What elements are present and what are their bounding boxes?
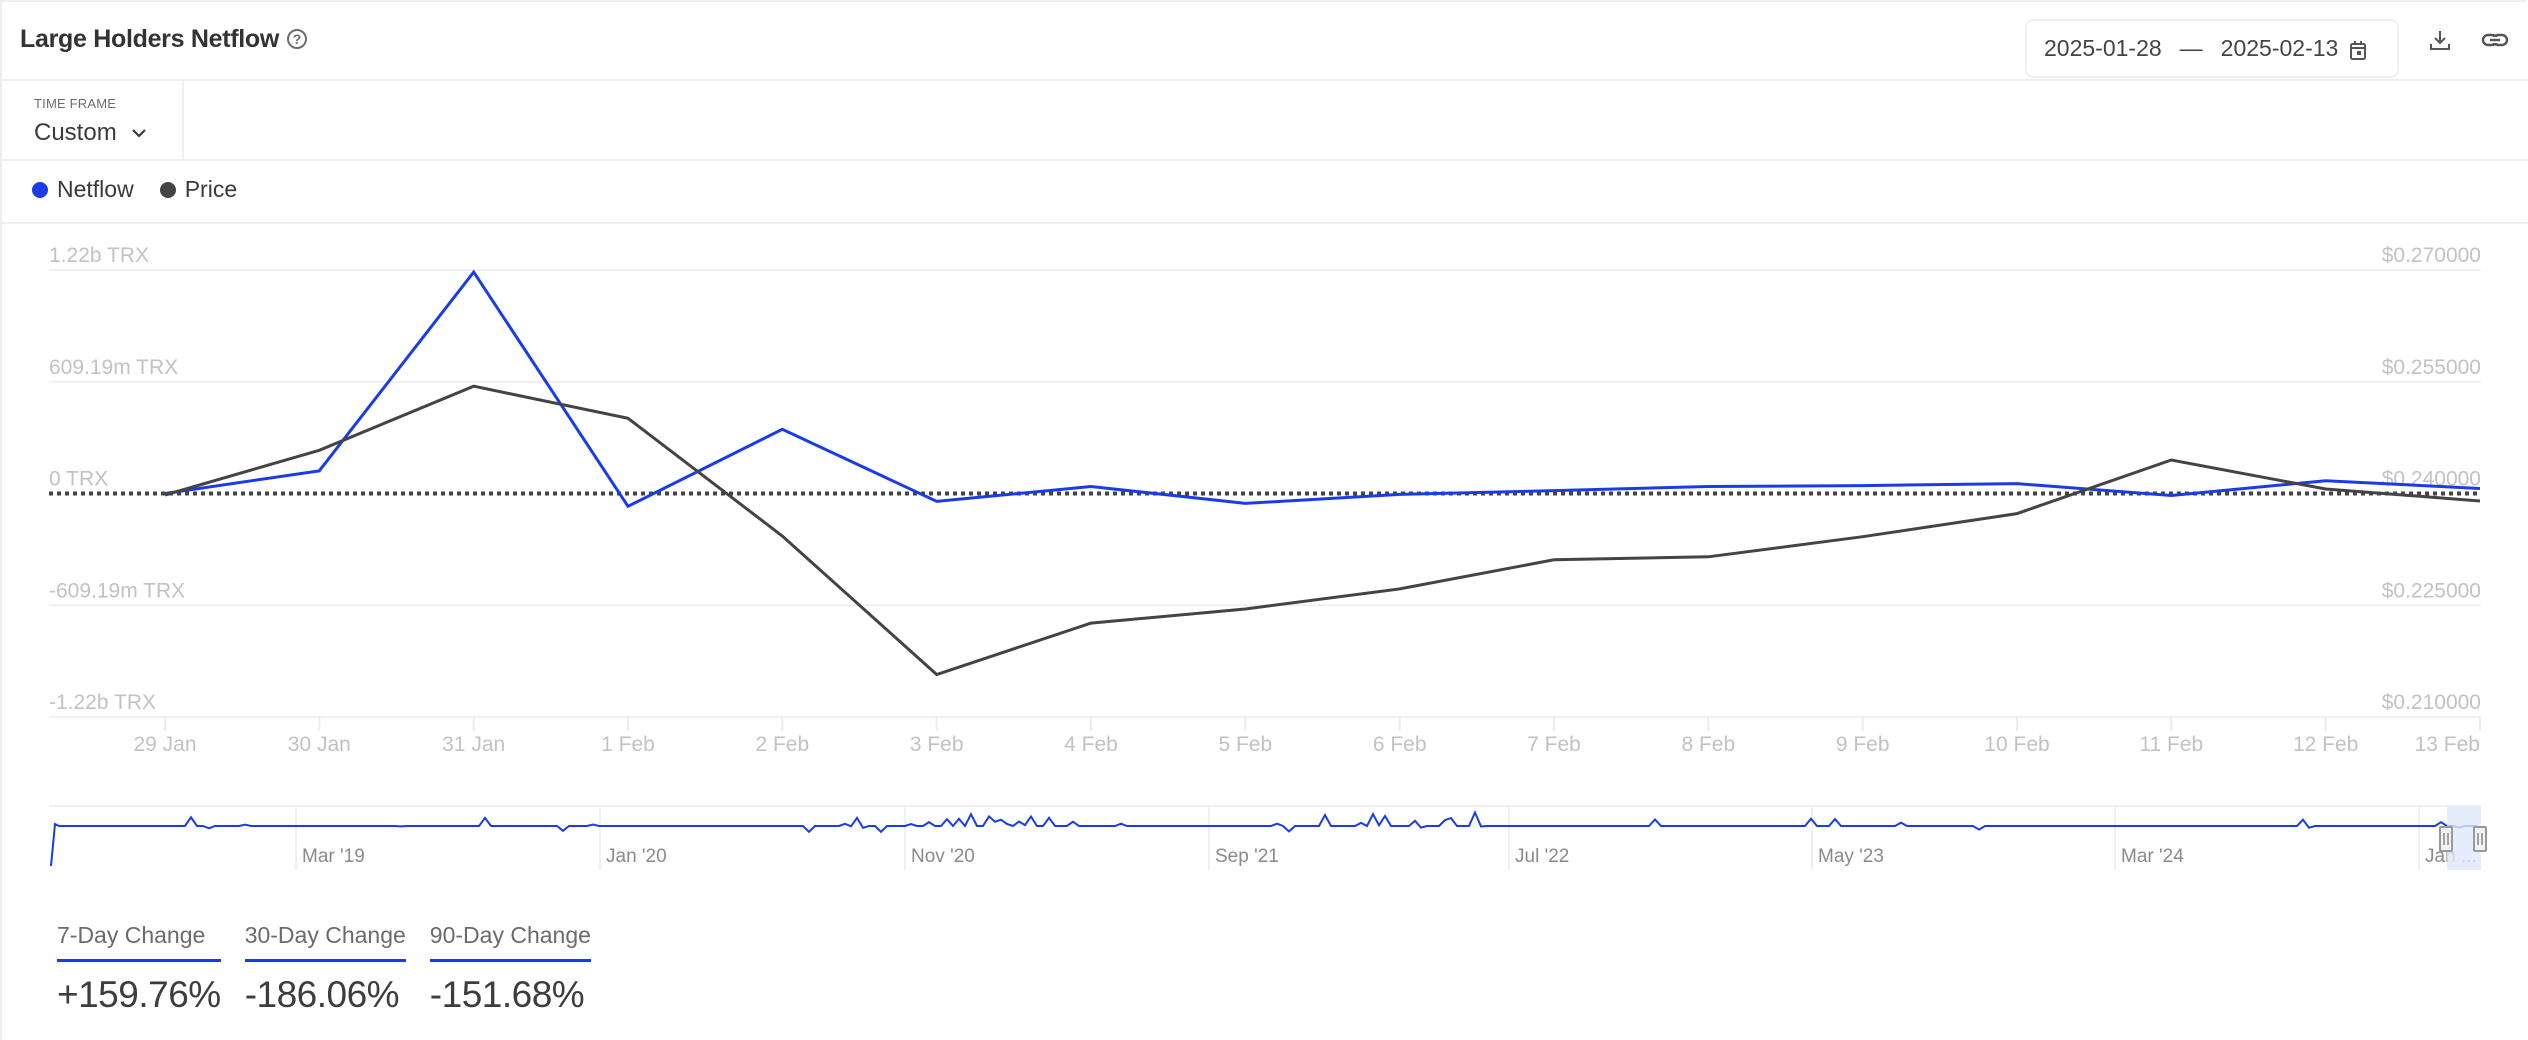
- y-left-tick-label: -609.19m TRX: [49, 579, 185, 602]
- chart-legend: Netflow Price: [32, 176, 263, 203]
- link-icon: [2481, 33, 2509, 47]
- x-tick-label: 1 Feb: [601, 733, 655, 756]
- navigator-tick-label: Mar '19: [302, 846, 365, 867]
- x-tick-label: 11 Feb: [2139, 733, 2203, 756]
- stat-label: 7-Day Change: [57, 922, 221, 962]
- divider: [0, 159, 2528, 161]
- netflow-price-chart: 1.22b TRX 609.19m TRX 0 TRX -609.19m TRX -1.…: [49, 244, 2487, 870]
- y-left-tick-label: -1.22b TRX: [49, 691, 156, 714]
- change-stats: 7-Day Change +159.76% 30-Day Change -186…: [57, 922, 615, 1016]
- x-tick-label: 2 Feb: [755, 733, 809, 756]
- y-right-tick-label: $0.255000: [2382, 356, 2481, 379]
- question-circle-icon[interactable]: ?: [287, 29, 307, 49]
- navigator-tick-label: Mar '24: [2121, 846, 2184, 867]
- legend-dot-price: [159, 181, 176, 198]
- legend-item-price[interactable]: Price: [159, 176, 238, 203]
- timeframe-dropdown[interactable]: Custom: [34, 119, 147, 147]
- y-left-tick-label: 609.19m TRX: [49, 356, 178, 379]
- date-end: 2025-02-13: [2220, 35, 2339, 61]
- y-left-tick-label: 1.22b TRX: [49, 244, 149, 267]
- navigator-tick-label: May '23: [1818, 846, 1884, 867]
- series-line-netflow: [164, 269, 2481, 509]
- x-tick-label: 6 Feb: [1373, 733, 1427, 756]
- chevron-down-icon: [131, 117, 147, 145]
- navigator-tick-label: Nov '20: [911, 846, 975, 867]
- x-tick-label: 12 Feb: [2293, 733, 2358, 756]
- x-tick-label: 30 Jan: [288, 733, 351, 756]
- x-tick-label: 29 Jan: [133, 733, 196, 756]
- x-tick-label: 31 Jan: [442, 733, 505, 756]
- navigator-left-handle[interactable]: [2439, 826, 2453, 852]
- date-start: 2025-01-28: [2044, 35, 2162, 61]
- timeframe-selected: Custom: [34, 119, 117, 146]
- x-tick-label: 5 Feb: [1218, 733, 1272, 756]
- y-right-tick-label: $0.270000: [2382, 244, 2481, 267]
- stat-value: +159.76%: [57, 974, 221, 1015]
- stat-7-day[interactable]: 7-Day Change +159.76%: [57, 922, 221, 1016]
- timeframe-section: TIME FRAME Custom: [0, 81, 184, 160]
- series-line-price: [164, 384, 2481, 677]
- stat-label: 90-Day Change: [429, 922, 591, 962]
- navigator-tick-label: Jul '22: [1515, 846, 1569, 867]
- date-range-picker[interactable]: 2025-01-28 — 2025-02-13: [2025, 19, 2399, 78]
- stat-30-day[interactable]: 30-Day Change -186.06%: [244, 922, 406, 1016]
- stat-value: -151.68%: [429, 974, 585, 1015]
- legend-label-netflow: Netflow: [57, 176, 134, 202]
- date-separator: —: [2179, 35, 2203, 61]
- navigator-right-handle[interactable]: [2473, 826, 2487, 852]
- legend-label-price: Price: [184, 176, 238, 202]
- y-right-tick-label: $0.225000: [2382, 579, 2481, 602]
- timeframe-label: TIME FRAME: [34, 96, 117, 111]
- x-tick-label: 13 Feb: [2415, 733, 2480, 756]
- navigator-tick-label: Sep '21: [1215, 846, 1279, 867]
- chart-title: Large Holders Netflow: [20, 25, 280, 53]
- stat-label: 30-Day Change: [244, 922, 406, 962]
- stat-value: -186.06%: [244, 974, 400, 1015]
- navigator-tick-label: Jan '20: [606, 846, 667, 867]
- y-left-tick-label: 0 TRX: [49, 468, 108, 491]
- download-icon: [2430, 31, 2450, 50]
- copy-link-button[interactable]: [2480, 25, 2510, 55]
- calendar-icon: [2350, 39, 2367, 60]
- legend-item-netflow[interactable]: Netflow: [32, 176, 134, 203]
- x-tick-label: 10 Feb: [1984, 733, 2049, 756]
- divider: [0, 222, 2528, 224]
- x-tick-label: 7 Feb: [1527, 733, 1581, 756]
- y-right-tick-label: $0.210000: [2382, 691, 2481, 714]
- x-tick-label: 9 Feb: [1836, 733, 1890, 756]
- x-tick-label: 8 Feb: [1681, 733, 1735, 756]
- x-tick-label: 4 Feb: [1064, 733, 1118, 756]
- legend-dot-netflow: [32, 181, 48, 198]
- stat-90-day[interactable]: 90-Day Change -151.68%: [429, 922, 591, 1016]
- x-tick-label: 3 Feb: [910, 733, 964, 756]
- card-header: Large Holders Netflow ? 2025-01-28 — 202…: [0, 0, 2528, 81]
- download-button[interactable]: [2425, 25, 2455, 55]
